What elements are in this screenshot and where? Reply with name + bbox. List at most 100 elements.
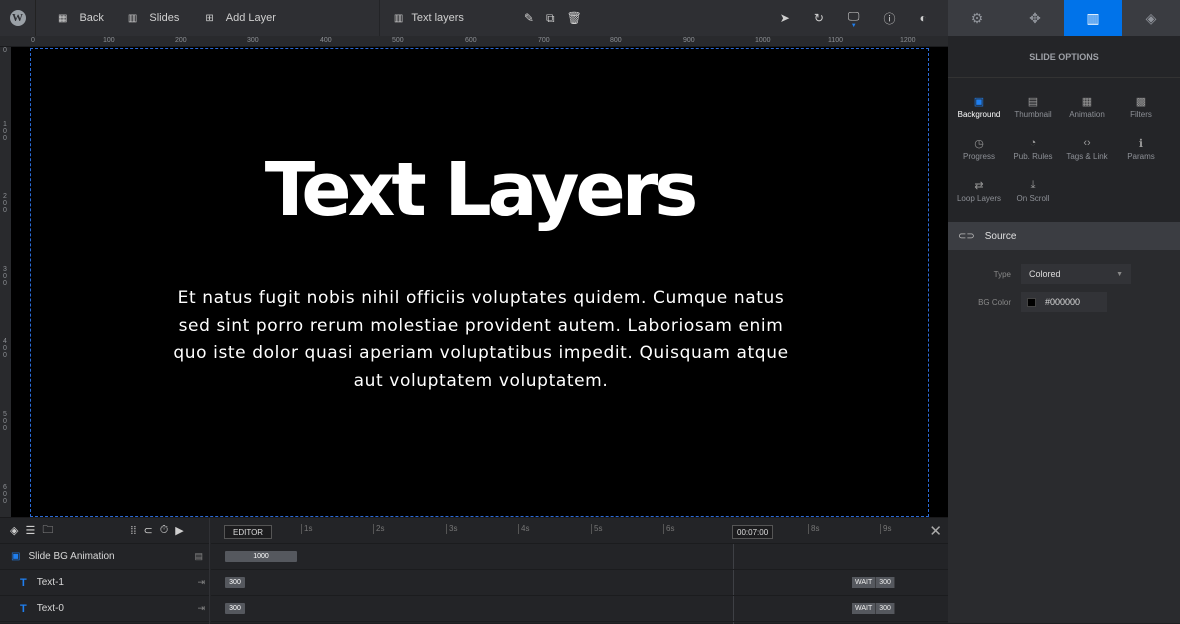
option-tags-link[interactable]: ‹› Tags & Link — [1060, 134, 1114, 170]
option-on-scroll[interactable]: ⤓ On Scroll — [1006, 176, 1060, 212]
edit-icon[interactable]: ✎ — [524, 11, 534, 25]
arrow-end-icon[interactable]: ⇥ — [197, 603, 205, 614]
contrast-icon[interactable]: ◐ — [920, 11, 927, 25]
back-button[interactable]: ▦ Back — [58, 0, 104, 36]
settings-tab[interactable]: ⚙ — [948, 0, 1006, 36]
layer-row-slide-bg[interactable]: ▣ Slide BG Animation ▤ — [0, 544, 209, 570]
second-label: 4s — [518, 524, 529, 534]
horizontal-ruler: 0 100 200 300 400 500 600 700 800 900 10… — [0, 36, 948, 47]
ruler-label: 500 — [392, 37, 404, 44]
ruler-label: 900 — [683, 37, 695, 44]
option-filters[interactable]: ▩ Filters — [1114, 92, 1168, 128]
ruler-label: 300 — [247, 37, 259, 44]
navigation-tab[interactable]: ✥ — [1006, 0, 1064, 36]
color-swatch[interactable] — [1027, 297, 1036, 307]
second-label: 9s — [880, 524, 891, 534]
options-grid: ▣ Background ▤ Thumbnail ▦ Animation ▩ Filte… — [948, 78, 1180, 222]
wait-badge[interactable]: WAIT 300 — [852, 603, 895, 614]
paragraph-layer[interactable]: Et natus fugit nobis nihil officiis volu… — [161, 285, 801, 395]
layers-tab[interactable]: ◈ — [1122, 0, 1180, 36]
close-icon[interactable]: ✕ — [929, 522, 942, 540]
option-params[interactable]: ℹ Params — [1114, 134, 1168, 170]
stopwatch-icon[interactable]: ⏱ — [160, 524, 169, 537]
type-select[interactable]: Colored ▼ — [1021, 264, 1131, 284]
grid-snap-icon[interactable]: ⁞⁞ — [130, 525, 136, 537]
slide-canvas[interactable]: Text Layers Et natus fugit nobis nihil o… — [11, 47, 948, 517]
ruler-label: 800 — [610, 37, 622, 44]
editor-button[interactable]: EDITOR — [224, 525, 273, 539]
track-slide-bg: 1000 — [211, 544, 948, 570]
option-thumbnail[interactable]: ▤ Thumbnail — [1006, 92, 1060, 128]
ruler-label: 500 — [3, 411, 7, 432]
ruler-label: 1200 — [900, 37, 916, 44]
bgcolor-field[interactable]: #000000 — [1021, 292, 1107, 312]
desktop-view-icon[interactable]: 🖵 ▼ — [848, 9, 860, 29]
duration-bar[interactable]: 300 — [225, 603, 245, 614]
current-time[interactable]: 00:07:00 — [732, 525, 774, 539]
slide-area[interactable]: Text Layers Et natus fugit nobis nihil o… — [30, 48, 929, 517]
duration-bar[interactable]: 1000 — [225, 551, 297, 562]
help-icon[interactable]: ⓘ — [884, 10, 896, 27]
add-layer-button[interactable]: ⊞ Add Layer — [205, 0, 276, 36]
layer-row-text-0[interactable]: T Text-0 ⇥ — [0, 596, 209, 622]
second-label: 8s — [808, 524, 819, 534]
ruler-label: 600 — [3, 484, 7, 505]
download-icon: ⤓ — [1030, 178, 1036, 191]
slide-options-tab[interactable]: ▥ — [1064, 0, 1122, 36]
stopwatch-icon: ◷ — [974, 137, 984, 150]
layers-icon[interactable]: ◈ — [10, 524, 18, 537]
layers-icon: ◈ — [1145, 9, 1157, 26]
headline-layer[interactable]: Text Layers — [31, 147, 928, 233]
wait-badge[interactable]: WAIT 300 — [852, 577, 895, 588]
option-loop-layers[interactable]: ⇄ Loop Layers — [952, 176, 1006, 212]
second-label: 3s — [446, 524, 457, 534]
duplicate-icon[interactable]: ⧉ — [546, 11, 555, 26]
arrow-end-icon[interactable]: ⇥ — [197, 577, 205, 588]
info-icon: ℹ — [1138, 137, 1144, 150]
slides-button[interactable]: ▥ Slides — [128, 0, 179, 36]
image-icon: ▣ — [11, 551, 21, 562]
ruler-label: 200 — [3, 193, 7, 214]
delete-icon[interactable]: 🗑 — [567, 11, 582, 25]
second-label: 6s — [663, 524, 674, 534]
bgcolor-row: BG Color #000000 — [948, 292, 1180, 312]
type-label: Type — [993, 269, 1011, 279]
list-icon[interactable]: ☰ — [25, 524, 35, 537]
folder-image-icon[interactable]: ▤ — [194, 551, 203, 562]
source-section-header[interactable]: ⊂⊃ Source — [948, 222, 1180, 250]
ruler-label: 400 — [3, 338, 7, 359]
ruler-label: 400 — [320, 37, 332, 44]
wordpress-logo[interactable]: W — [0, 0, 36, 36]
top-toolbar: W ▦ Back ▥ Slides ⊞ Add Layer ▥ Text layers … — [0, 0, 948, 36]
ruler-label: 300 — [3, 266, 7, 287]
animation-icon: ▦ — [1081, 95, 1093, 108]
ruler-label: 100 — [3, 121, 7, 142]
timeline-tracks: EDITOR 1s 2s 3s 4s 5s 6s 8s 9s 00:07:00 … — [211, 518, 948, 624]
option-background[interactable]: ▣ Background — [952, 92, 1006, 128]
slides-icon: ▥ — [127, 12, 138, 24]
magnet-icon[interactable]: ⊂ — [143, 524, 152, 537]
option-pub-rules[interactable]: ◔ Pub. Rules — [1006, 134, 1060, 170]
type-row: Type Colored ▼ — [948, 264, 1180, 284]
filters-icon: ▩ — [1135, 95, 1147, 108]
vertical-ruler: 0 100 200 300 400 500 600 — [0, 47, 11, 517]
thumbnail-icon: ▤ — [1027, 95, 1039, 108]
play-icon[interactable]: ▶ — [175, 524, 183, 537]
loop-icon: ⇄ — [974, 179, 984, 192]
second-label: 5s — [591, 524, 602, 534]
option-animation[interactable]: ▦ Animation — [1060, 92, 1114, 128]
duration-bar[interactable]: 300 — [225, 577, 245, 588]
time-ruler[interactable]: EDITOR 1s 2s 3s 4s 5s 6s 8s 9s 00:07:00 … — [211, 518, 948, 544]
slide-name[interactable]: ▥ Text layers — [394, 0, 464, 36]
layer-row-text-1[interactable]: T Text-1 ⇥ — [0, 570, 209, 596]
timeline-layer-list: ◈ ☰ 🗀 ⁞⁞ ⊂ ⏱ ▶ ▣ Slide BG Animation ▤ T … — [0, 518, 210, 624]
ruler-label: 600 — [465, 37, 477, 44]
add-layer-icon: ⊞ — [205, 12, 214, 24]
option-progress[interactable]: ◷ Progress — [952, 134, 1006, 170]
undo-icon[interactable]: ↻ — [814, 11, 824, 25]
ruler-label: 100 — [103, 37, 115, 44]
chevron-down-icon: ▼ — [1116, 270, 1123, 278]
grid-icon: ▦ — [58, 12, 68, 24]
cursor-icon[interactable]: ➤ — [780, 11, 790, 25]
folder-icon[interactable]: 🗀 — [42, 521, 53, 540]
